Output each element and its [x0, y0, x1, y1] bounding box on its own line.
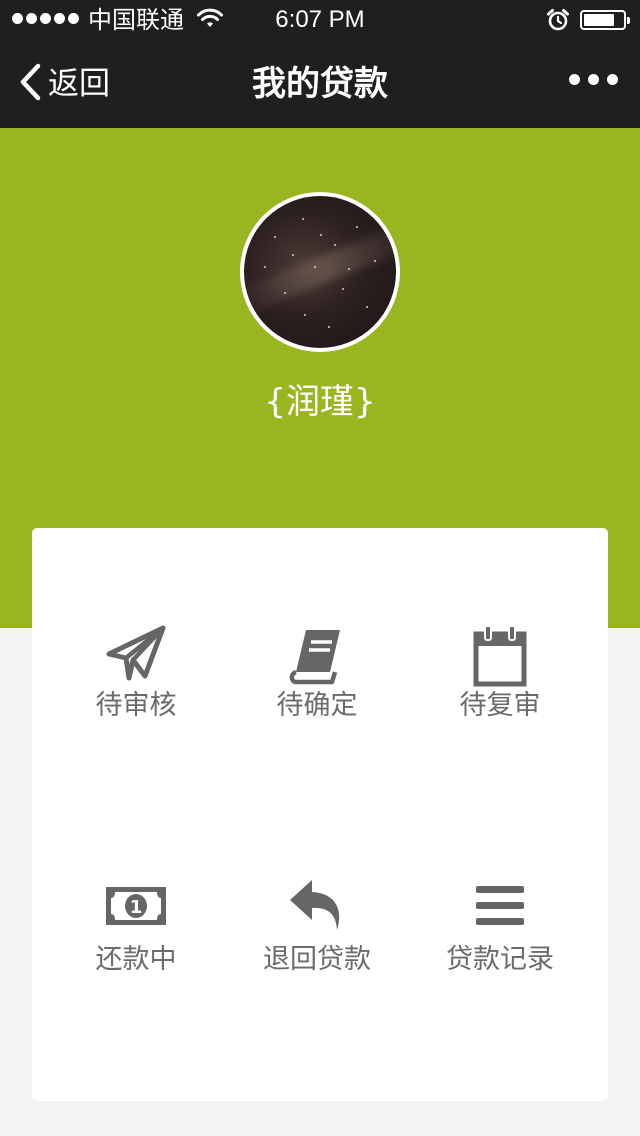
menu-item-repaying[interactable]: 1 还款中 [40, 878, 232, 1058]
status-time: 6:07 PM [275, 6, 365, 33]
user-name: {润瑾} [264, 382, 376, 422]
menu-item-label: 退回贷款 [263, 944, 371, 975]
menu-item-pending-recheck[interactable]: 待复审 [404, 624, 596, 804]
list-icon [465, 878, 535, 942]
more-dots-icon[interactable] [569, 74, 618, 85]
status-bar: 中国联通 6:07 PM [0, 0, 640, 40]
calendar-icon [465, 624, 535, 688]
menu-item-pending-review[interactable]: 待审核 [40, 624, 232, 804]
loan-menu-card: 待审核 待确定 待复审 1 还款中 退回贷款 贷款记录 [32, 528, 608, 1101]
avatar[interactable] [240, 192, 400, 352]
menu-item-label: 贷款记录 [446, 944, 554, 975]
menu-item-loan-records[interactable]: 贷款记录 [404, 878, 596, 1058]
menu-item-label: 还款中 [95, 944, 177, 975]
banknote-icon: 1 [101, 878, 171, 942]
battery-icon [580, 10, 630, 30]
svg-text:1: 1 [130, 897, 143, 918]
book-icon [282, 624, 352, 688]
alarm-icon [546, 8, 570, 36]
paper-plane-icon [101, 624, 171, 688]
battery-level-fill [584, 14, 614, 26]
menu-item-label: 待复审 [459, 690, 541, 721]
navigation-bar: 返回 我的贷款 [0, 40, 640, 128]
reply-arrow-icon [282, 878, 352, 942]
menu-item-pending-confirm[interactable]: 待确定 [221, 624, 413, 804]
menu-item-returned-loan[interactable]: 退回贷款 [221, 878, 413, 1058]
page-title: 我的贷款 [252, 64, 388, 104]
menu-item-label: 待确定 [276, 690, 358, 721]
menu-item-label: 待审核 [95, 690, 177, 721]
